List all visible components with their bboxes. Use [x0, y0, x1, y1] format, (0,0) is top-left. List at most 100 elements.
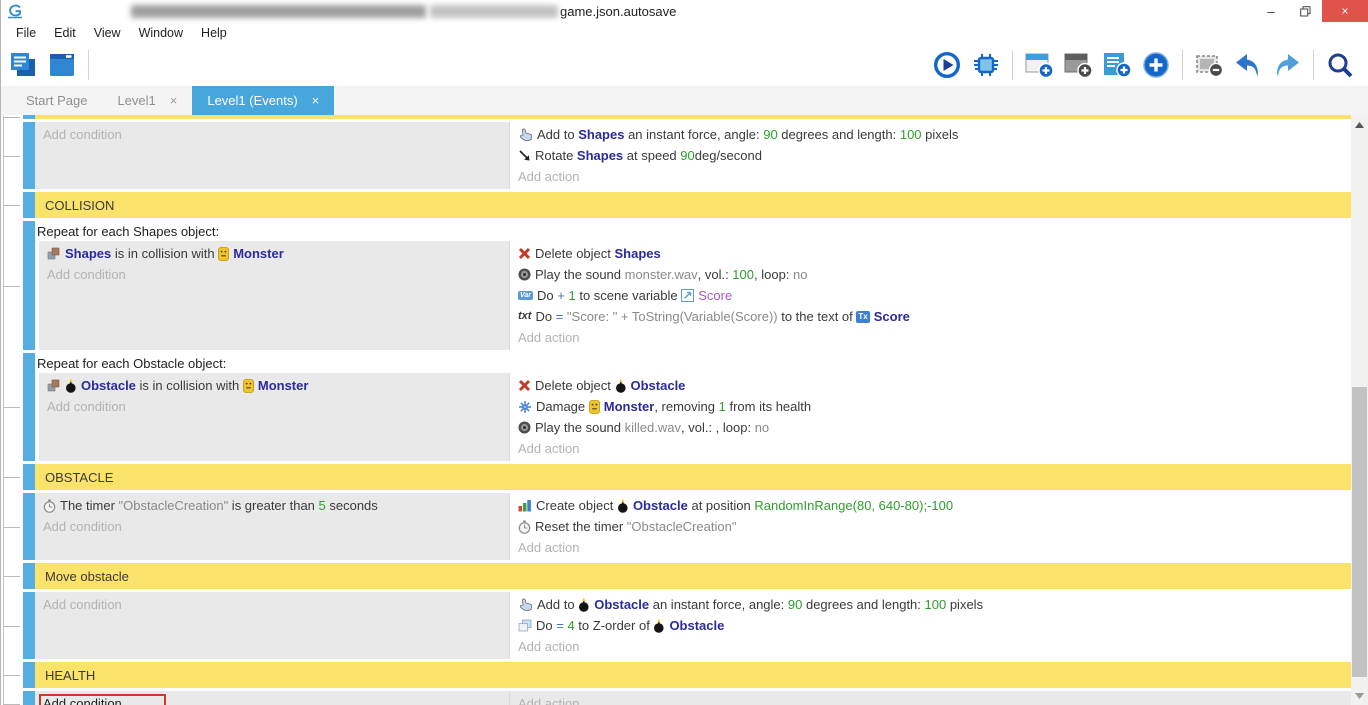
placeholder-label: Add condition	[43, 519, 122, 534]
add-action-button[interactable]: Add action	[518, 438, 1351, 459]
undo-icon[interactable]	[1232, 49, 1264, 81]
tab-close-icon[interactable]: ×	[170, 93, 178, 108]
action-line[interactable]: Create object Obstacle at position Rando…	[518, 495, 1351, 516]
action-line[interactable]: Damage Monster, removing 1 from its heal…	[518, 396, 1351, 417]
add-action-button[interactable]: Add action	[518, 327, 1351, 348]
event-row[interactable]: Add condition Add action	[1, 691, 1351, 705]
action-line[interactable]: Do = 4 to Z-order of Obstacle	[518, 615, 1351, 636]
action-line[interactable]: Play the sound killed.wav, vol.: , loop:…	[518, 417, 1351, 438]
event-selection-bar[interactable]	[23, 493, 35, 560]
add-circle-icon[interactable]	[1140, 49, 1172, 81]
action-line[interactable]: Add to Shapes an instant force, angle: 9…	[518, 124, 1351, 145]
event-selection-bar[interactable]	[23, 691, 35, 705]
comment-row[interactable]: OBSTACLE	[1, 464, 1351, 490]
text-segment: no	[755, 420, 769, 435]
menu-window[interactable]: Window	[130, 24, 192, 42]
event-row[interactable]: Add condition Add to Obstacle an instant …	[1, 592, 1351, 659]
force-icon	[518, 128, 533, 142]
add-action-button[interactable]: Add action	[518, 166, 1351, 187]
actions-panel[interactable]: Delete object ShapesPlay the sound monst…	[509, 241, 1351, 350]
text-segment: 4	[567, 618, 574, 633]
add-condition-button[interactable]: Add condition	[43, 124, 509, 145]
add-condition-button[interactable]: Add condition	[47, 264, 509, 285]
project-manager-icon[interactable]	[7, 49, 39, 81]
actions-panel[interactable]: Add action	[509, 691, 1351, 705]
action-line[interactable]: Delete object Shapes	[518, 243, 1351, 264]
textobj-icon: Tx	[856, 311, 869, 323]
event-selection-bar[interactable]	[23, 353, 35, 461]
condition-line[interactable]: The timer "ObstacleCreation" is greater …	[43, 495, 509, 516]
conditions-panel[interactable]: Shapes is in collision with MonsterAdd c…	[39, 241, 509, 350]
event-header[interactable]: Repeat for each Obstacle object:	[35, 353, 1351, 373]
minimize-button[interactable]: –	[1254, 0, 1288, 22]
event-row[interactable]: The timer "ObstacleCreation" is greater …	[1, 493, 1351, 560]
add-condition-button[interactable]: Add condition	[43, 693, 509, 705]
add-action-button[interactable]: Add action	[518, 636, 1351, 657]
conditions-panel[interactable]: Add condition	[35, 592, 509, 659]
event-selection-bar[interactable]	[23, 464, 35, 490]
add-action-button[interactable]: Add action	[518, 537, 1351, 558]
action-line[interactable]: txtDo = "Score: " + ToString(Variable(Sc…	[518, 306, 1351, 327]
add-comment-icon[interactable]	[1101, 49, 1133, 81]
action-line[interactable]: VarDo + 1 to scene variable Score	[518, 285, 1351, 306]
condition-line[interactable]: Obstacle is in collision with Monster	[47, 375, 509, 396]
conditions-panel[interactable]: Add condition	[35, 691, 509, 705]
event-selection-bar[interactable]	[23, 122, 35, 189]
play-icon[interactable]	[931, 49, 963, 81]
comment-row[interactable]: HEALTH	[1, 662, 1351, 688]
maximize-button[interactable]	[1288, 0, 1322, 22]
actions-panel[interactable]: Add to Obstacle an instant force, angle:…	[509, 592, 1351, 659]
comment-row[interactable]: Move obstacle	[1, 563, 1351, 589]
action-line[interactable]: Reset the timer "ObstacleCreation"	[518, 516, 1351, 537]
vertical-scrollbar[interactable]	[1351, 115, 1368, 705]
scroll-up-arrow[interactable]	[1351, 117, 1368, 132]
tab-level1[interactable]: Level1×	[102, 86, 192, 115]
conditions-panel[interactable]: Obstacle is in collision with MonsterAdd…	[39, 373, 509, 461]
placeholder-label: Add action	[518, 639, 579, 654]
condition-line[interactable]: Shapes is in collision with Monster	[47, 243, 509, 264]
menu-file[interactable]: File	[7, 24, 45, 42]
event-row[interactable]: Add condition Add to Shapes an instant fo…	[1, 122, 1351, 189]
event-header[interactable]: Repeat for each Shapes object:	[35, 221, 1351, 241]
conditions-panel[interactable]: The timer "ObstacleCreation" is greater …	[35, 493, 509, 560]
remove-frame-icon[interactable]	[1193, 49, 1225, 81]
actions-panel[interactable]: Delete object ObstacleDamage Monster, re…	[509, 373, 1351, 461]
action-line[interactable]: Add to Obstacle an instant force, angle:…	[518, 594, 1351, 615]
tab-level1-events[interactable]: Level1 (Events)×	[192, 86, 334, 115]
search-icon[interactable]	[1324, 49, 1356, 81]
conditions-panel[interactable]: Add condition	[35, 122, 509, 189]
add-subevent-icon[interactable]	[1062, 49, 1094, 81]
add-condition-button[interactable]: Add condition	[43, 516, 509, 537]
comment-row[interactable]: COLLISION	[1, 192, 1351, 218]
menu-edit[interactable]: Edit	[45, 24, 85, 42]
event-selection-bar[interactable]	[23, 115, 35, 119]
add-condition-button[interactable]: Add condition	[47, 396, 509, 417]
timer-icon	[43, 499, 56, 513]
action-line[interactable]: Play the sound monster.wav, vol.: 100, l…	[518, 264, 1351, 285]
action-line[interactable]: Rotate Shapes at speed 90deg/second	[518, 145, 1351, 166]
tab-close-icon[interactable]: ×	[312, 93, 320, 108]
redo-icon[interactable]	[1271, 49, 1303, 81]
add-action-button[interactable]: Add action	[518, 693, 1351, 705]
close-button[interactable]: ×	[1322, 0, 1368, 22]
menu-view[interactable]: View	[85, 24, 130, 42]
add-condition-button[interactable]: Add condition	[43, 594, 509, 615]
event-selection-bar[interactable]	[23, 192, 35, 218]
event-selection-bar[interactable]	[23, 221, 35, 350]
event-selection-bar[interactable]	[23, 563, 35, 589]
scroll-down-arrow[interactable]	[1351, 688, 1368, 703]
add-event-icon[interactable]	[1023, 49, 1055, 81]
actions-panel[interactable]: Add to Shapes an instant force, angle: 9…	[509, 122, 1351, 189]
event-selection-bar[interactable]	[23, 592, 35, 659]
menu-help[interactable]: Help	[192, 24, 236, 42]
scrollbar-thumb[interactable]	[1352, 387, 1367, 677]
scene-editor-icon[interactable]	[46, 49, 78, 81]
actions-panel[interactable]: Create object Obstacle at position Rando…	[509, 493, 1351, 560]
event-selection-bar[interactable]	[23, 662, 35, 688]
event-row[interactable]: Repeat for each Shapes object:Shapes is …	[1, 221, 1351, 350]
action-line[interactable]: Delete object Obstacle	[518, 375, 1351, 396]
tree-tick	[3, 576, 20, 577]
tab-start-page[interactable]: Start Page	[11, 86, 102, 115]
debug-icon[interactable]	[970, 49, 1002, 81]
event-row[interactable]: Repeat for each Obstacle object:Obstacle…	[1, 353, 1351, 461]
